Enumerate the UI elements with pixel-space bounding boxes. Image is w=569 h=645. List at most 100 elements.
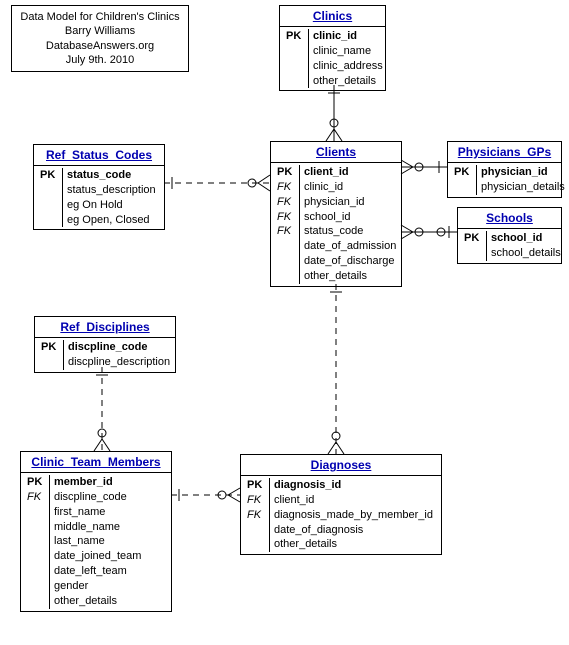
key-indicator <box>245 537 270 552</box>
entity-attribute-row: middle_name <box>21 520 171 535</box>
key-indicator: PK <box>284 29 309 44</box>
entity-attribute-row: PKstatus_code <box>34 168 164 183</box>
attribute-name: middle_name <box>50 520 120 535</box>
attribute-name: other_details <box>300 269 367 284</box>
key-indicator <box>284 74 309 89</box>
entity-attribute-row: other_details <box>271 269 401 284</box>
attribute-name: status_description <box>63 183 156 198</box>
key-indicator: FK <box>245 493 270 508</box>
attribute-name: school_details <box>487 246 561 261</box>
diagram-title-box: Data Model for Children's Clinics Barry … <box>11 5 189 72</box>
key-indicator <box>275 239 300 254</box>
attribute-name: clinic_address <box>309 59 383 74</box>
entity-body: PKclinic_idclinic_nameclinic_addressothe… <box>280 27 385 90</box>
key-indicator <box>462 246 487 261</box>
attribute-name: clinic_id <box>309 29 357 44</box>
entity-attribute-row: PKschool_id <box>458 231 561 246</box>
key-indicator <box>38 213 63 228</box>
entity-header: Schools <box>458 208 561 229</box>
key-indicator <box>275 254 300 269</box>
attribute-name: date_joined_team <box>50 549 141 564</box>
attribute-name: discpline_description <box>64 355 170 370</box>
key-indicator: PK <box>245 478 270 493</box>
attribute-name: gender <box>50 579 88 594</box>
key-indicator <box>25 549 50 564</box>
key-indicator <box>25 564 50 579</box>
entity-attribute-row: other_details <box>280 74 385 89</box>
entity-attribute-row: eg On Hold <box>34 198 164 213</box>
attribute-name: diagnosis_id <box>270 478 341 493</box>
key-indicator <box>38 183 63 198</box>
entity-attribute-row: physician_details <box>448 180 561 195</box>
attribute-name: client_id <box>300 165 349 180</box>
entity-attribute-row: PKdiagnosis_id <box>241 478 441 493</box>
entity-attribute-row: last_name <box>21 534 171 549</box>
title-line2: Barry Williams <box>20 24 180 38</box>
entity-attribute-row: PKphysician_id <box>448 165 561 180</box>
entity-attribute-row: FKphysician_id <box>271 195 401 210</box>
entity-physicians: Physicians_GPs PKphysician_idphysician_d… <box>447 141 562 198</box>
attribute-name: eg On Hold <box>63 198 123 213</box>
key-indicator <box>25 579 50 594</box>
key-indicator <box>25 520 50 535</box>
entity-body: PKdiscpline_codediscpline_description <box>35 338 175 372</box>
attribute-name: client_id <box>270 493 314 508</box>
key-indicator <box>284 44 309 59</box>
attribute-name: physician_id <box>477 165 548 180</box>
entity-attribute-row: discpline_description <box>35 355 175 370</box>
attribute-name: discpline_code <box>64 340 147 355</box>
entity-attribute-row: date_of_diagnosis <box>241 523 441 538</box>
entity-attribute-row: date_joined_team <box>21 549 171 564</box>
key-indicator: PK <box>275 165 300 180</box>
entity-body: PKstatus_codestatus_descriptioneg On Hol… <box>34 166 164 229</box>
key-indicator: FK <box>25 490 50 505</box>
entity-attribute-row: date_of_admission <box>271 239 401 254</box>
key-indicator: FK <box>245 508 270 523</box>
key-indicator <box>25 505 50 520</box>
entity-attribute-row: PKmember_id <box>21 475 171 490</box>
attribute-name: clinic_id <box>300 180 343 195</box>
entity-attribute-row: FKclient_id <box>241 493 441 508</box>
entity-attribute-row: FKdiscpline_code <box>21 490 171 505</box>
attribute-name: date_left_team <box>50 564 127 579</box>
entity-attribute-row: PKclinic_id <box>280 29 385 44</box>
key-indicator <box>25 594 50 609</box>
entity-clinics: Clinics PKclinic_idclinic_nameclinic_add… <box>279 5 386 91</box>
entity-header: Diagnoses <box>241 455 441 476</box>
key-indicator: PK <box>462 231 487 246</box>
attribute-name: physician_id <box>300 195 365 210</box>
entity-header: Ref_Status_Codes <box>34 145 164 166</box>
entity-header: Clinics <box>280 6 385 27</box>
attribute-name: other_details <box>50 594 117 609</box>
key-indicator: PK <box>39 340 64 355</box>
attribute-name: status_code <box>63 168 131 183</box>
entity-attribute-row: PKdiscpline_code <box>35 340 175 355</box>
attribute-name: school_id <box>300 210 350 225</box>
attribute-name: last_name <box>50 534 105 549</box>
attribute-name: diagnosis_made_by_member_id <box>270 508 433 523</box>
title-line1: Data Model for Children's Clinics <box>20 10 180 24</box>
entity-ref-status-codes: Ref_Status_Codes PKstatus_codestatus_des… <box>33 144 165 230</box>
entity-body: PKmember_idFKdiscpline_codefirst_namemid… <box>21 473 171 611</box>
key-indicator: PK <box>38 168 63 183</box>
entity-diagnoses: Diagnoses PKdiagnosis_idFKclient_idFKdia… <box>240 454 442 555</box>
key-indicator: FK <box>275 195 300 210</box>
entity-attribute-row: school_details <box>458 246 561 261</box>
entity-attribute-row: gender <box>21 579 171 594</box>
key-indicator <box>284 59 309 74</box>
entity-body: PKschool_idschool_details <box>458 229 561 263</box>
title-line3: DatabaseAnswers.org <box>20 39 180 53</box>
attribute-name: school_id <box>487 231 542 246</box>
key-indicator: FK <box>275 224 300 239</box>
entity-attribute-row: clinic_name <box>280 44 385 59</box>
attribute-name: physician_details <box>477 180 565 195</box>
entity-attribute-row: FKclinic_id <box>271 180 401 195</box>
entity-attribute-row: clinic_address <box>280 59 385 74</box>
attribute-name: status_code <box>300 224 363 239</box>
key-indicator <box>245 523 270 538</box>
attribute-name: eg Open, Closed <box>63 213 150 228</box>
entity-clinic-team-members: Clinic_Team_Members PKmember_idFKdiscpli… <box>20 451 172 612</box>
key-indicator: PK <box>452 165 477 180</box>
attribute-name: member_id <box>50 475 113 490</box>
key-indicator <box>275 269 300 284</box>
